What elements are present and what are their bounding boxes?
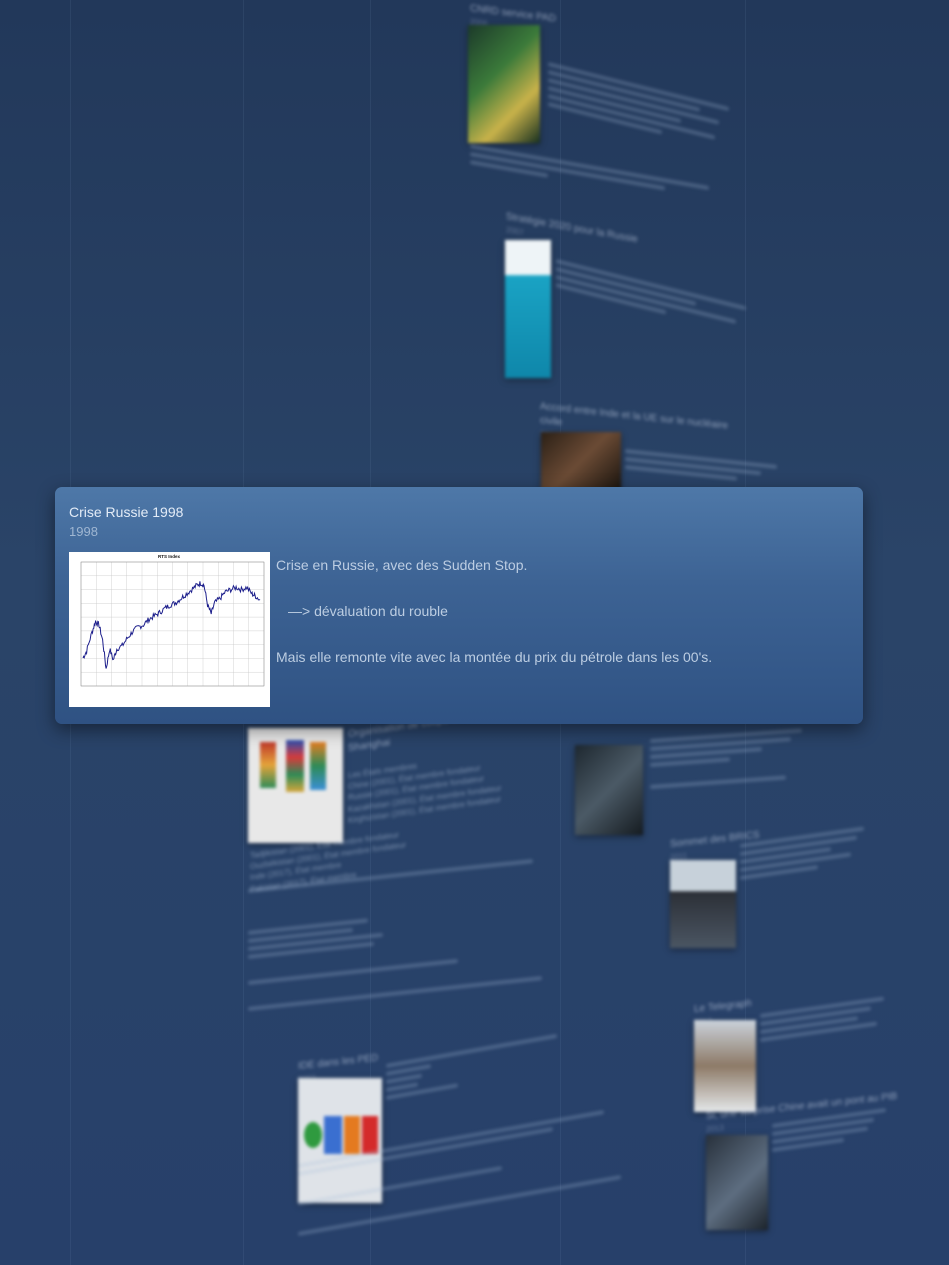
bg-sco-members: Les États membres Chine (2001), État mem… [348,748,508,826]
bg-text-block [548,58,738,157]
bg-thumb-sco-flags [248,728,343,843]
bg-thumb-summit [670,860,736,948]
timeline-card-crise-russie[interactable]: Crise Russie 1998 1998 RTS Index Crise e… [55,487,863,724]
bg-thumb-factory [575,745,643,835]
card-line-3: Mais elle remonte vite avec la montée du… [276,649,713,665]
card-line-2: —> dévaluation du rouble [288,603,448,619]
bg-thumb-china-africa [706,1135,768,1230]
bg-thumb-accord [541,432,621,490]
rts-index-chart: RTS Index [80,554,265,687]
bg-text-block [470,140,730,214]
bg-text-block [386,1028,566,1104]
bg-text-block [556,255,756,341]
bg-thumb-telegraph [694,1020,756,1112]
card-line-1: Crise en Russie, avec des Sudden Stop. [276,557,528,573]
bg-thumb-cnrd [468,25,540,143]
bg-text-block [650,724,810,793]
card-image-rts-index[interactable]: RTS Index [69,552,270,707]
bg-thumb-est-ouest [505,240,551,378]
card-title: Crise Russie 1998 [69,504,184,520]
chart-title: RTS Index [158,554,181,559]
card-date: 1998 [69,524,98,539]
